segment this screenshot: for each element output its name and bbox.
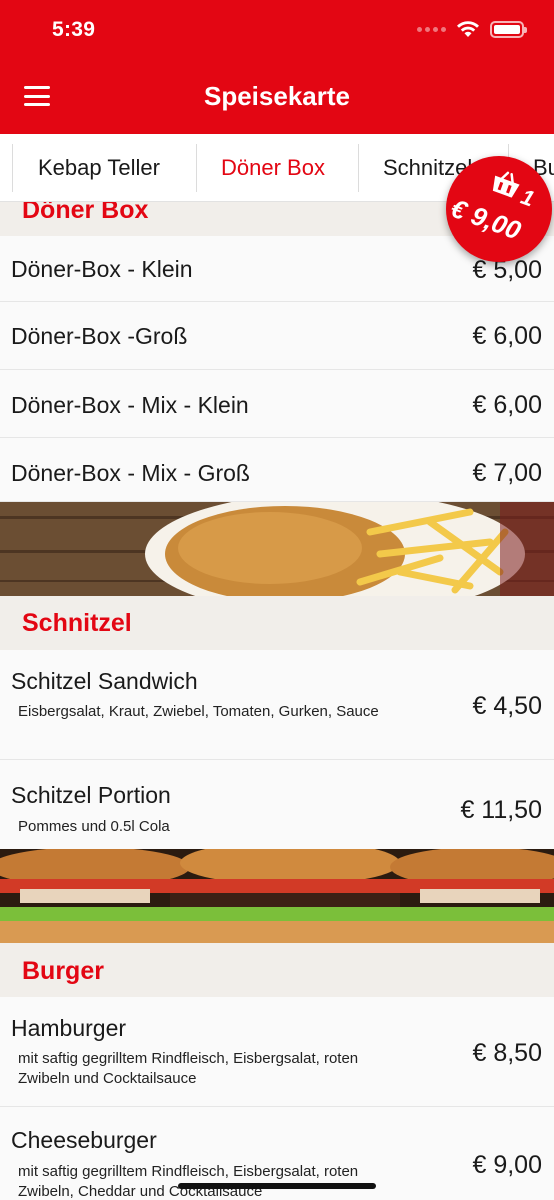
cart-button[interactable]: 1 € 9,00 — [446, 156, 552, 262]
item-name: Döner-Box - Klein — [11, 256, 193, 282]
item-name: Döner-Box - Mix - Groß — [11, 460, 250, 486]
menu-item[interactable]: Schitzel Sandwich Eisbergsalat, Kraut, Z… — [0, 650, 554, 760]
home-indicator[interactable] — [178, 1183, 376, 1189]
section-title: Burger — [22, 957, 104, 985]
item-name: Döner-Box - Mix - Klein — [11, 392, 249, 418]
item-price: € 11,50 — [460, 796, 542, 824]
item-price: € 7,00 — [472, 459, 542, 487]
battery-icon — [490, 20, 527, 38]
schnitzel-fries-photo — [0, 502, 554, 596]
item-name: Hamburger — [11, 1015, 127, 1041]
section-header-burger: Burger — [0, 943, 554, 997]
menu-item[interactable]: Schitzel Portion Pommes und 0.5l Cola € … — [0, 760, 554, 850]
section-header-schnitzel: Schnitzel — [0, 596, 554, 650]
tab-divider — [196, 144, 197, 192]
item-description: Pommes und 0.5l Cola — [18, 818, 170, 835]
item-price: € 6,00 — [472, 322, 542, 350]
page-title: Speisekarte — [204, 81, 350, 111]
item-price: € 4,50 — [472, 692, 542, 720]
item-description: mit saftig gegrilltem Rindfleisch, Eisbe… — [18, 1050, 359, 1087]
item-name: Cheeseburger — [11, 1127, 157, 1153]
item-name: Schitzel Portion — [11, 782, 171, 808]
tab-divider — [12, 144, 13, 192]
menu-item[interactable]: Döner-Box -Groß € 6,00 — [0, 302, 554, 370]
item-name: Döner-Box -Groß — [11, 323, 188, 349]
status-time: 5:39 — [52, 18, 96, 41]
status-icons — [417, 20, 527, 38]
section-title: Döner Box — [22, 202, 149, 224]
item-price: € 6,00 — [472, 391, 542, 419]
item-name: Schitzel Sandwich — [11, 668, 198, 694]
menu-list[interactable]: Döner Box Döner-Box - Klein € 5,00 Döner… — [0, 202, 554, 1200]
item-description: Eisbergsalat, Kraut, Zwiebel, Tomaten, G… — [18, 703, 379, 720]
item-description: mit saftig gegrilltem Rindfleisch, Eisbe… — [18, 1163, 359, 1200]
menu-item[interactable]: Hamburger mit saftig gegrilltem Rindflei… — [0, 997, 554, 1107]
shopping-basket-icon — [492, 171, 520, 198]
cart-total: € 9,00 — [446, 192, 525, 246]
burgers-photo — [0, 849, 554, 943]
menu-item[interactable]: Döner-Box - Mix - Groß € 7,00 — [0, 438, 554, 502]
signal-icon — [417, 26, 446, 32]
app-header: 5:39 Speisekarte — [0, 0, 554, 134]
section-title: Schnitzel — [22, 609, 132, 637]
wifi-icon — [457, 21, 479, 37]
tab-divider — [358, 144, 359, 192]
tab-doener-box[interactable]: Döner Box — [221, 144, 325, 192]
menu-item[interactable]: Döner-Box - Mix - Klein € 6,00 — [0, 370, 554, 438]
item-price: € 8,50 — [472, 1039, 542, 1067]
item-price: € 9,00 — [472, 1151, 542, 1179]
tab-kebap-teller[interactable]: Kebap Teller — [38, 144, 160, 192]
